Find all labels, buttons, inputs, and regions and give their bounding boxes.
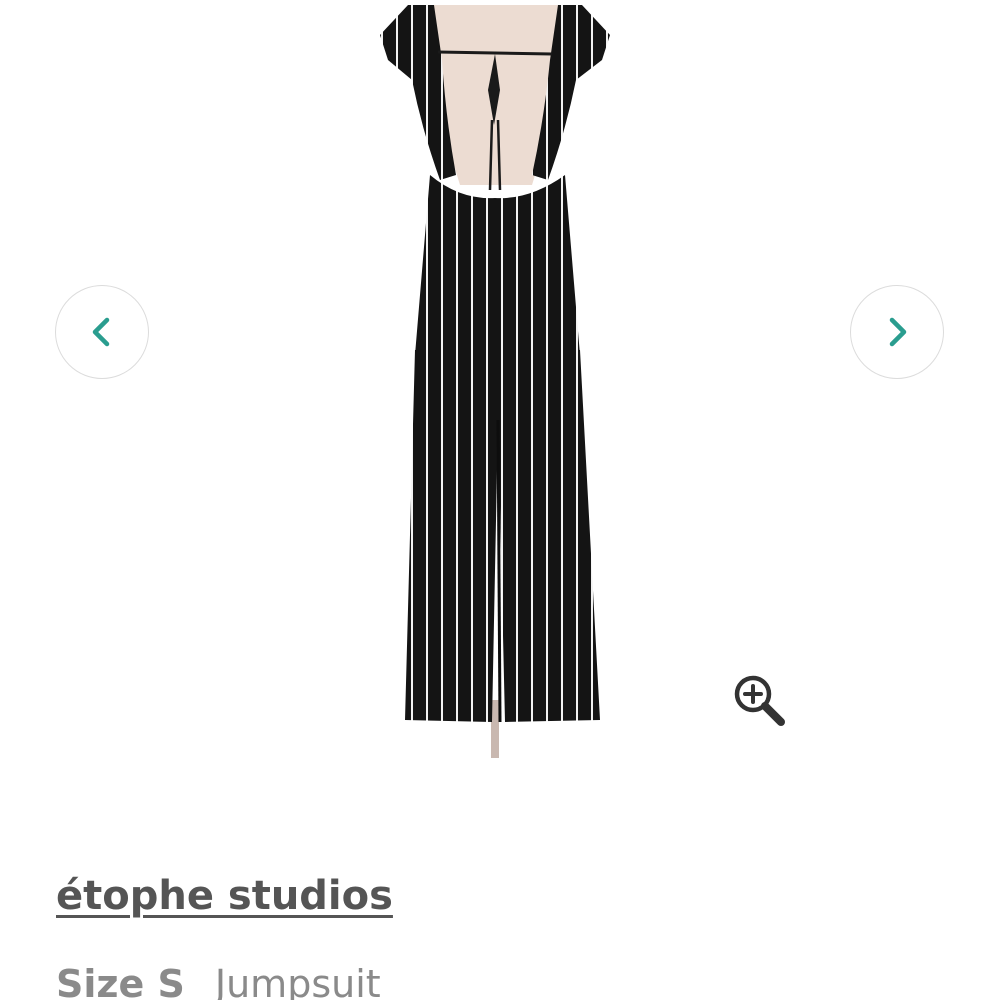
product-image[interactable]: [360, 0, 640, 770]
product-detail-view: étophe studios Size S Jumpsuit: [0, 0, 1000, 1000]
zoom-in-icon: [734, 675, 785, 726]
chevron-right-icon: [889, 317, 907, 347]
zoom-button[interactable]: [730, 672, 790, 728]
previous-image-button[interactable]: [55, 285, 149, 379]
chevron-left-icon: [92, 317, 110, 347]
image-gallery: [0, 0, 1000, 780]
next-image-button[interactable]: [850, 285, 944, 379]
brand-link[interactable]: étophe studios: [56, 873, 393, 919]
product-subtitle: Size S Jumpsuit: [56, 962, 381, 1000]
category-label: Jumpsuit: [214, 962, 381, 1000]
size-label: Size S: [56, 962, 185, 1000]
